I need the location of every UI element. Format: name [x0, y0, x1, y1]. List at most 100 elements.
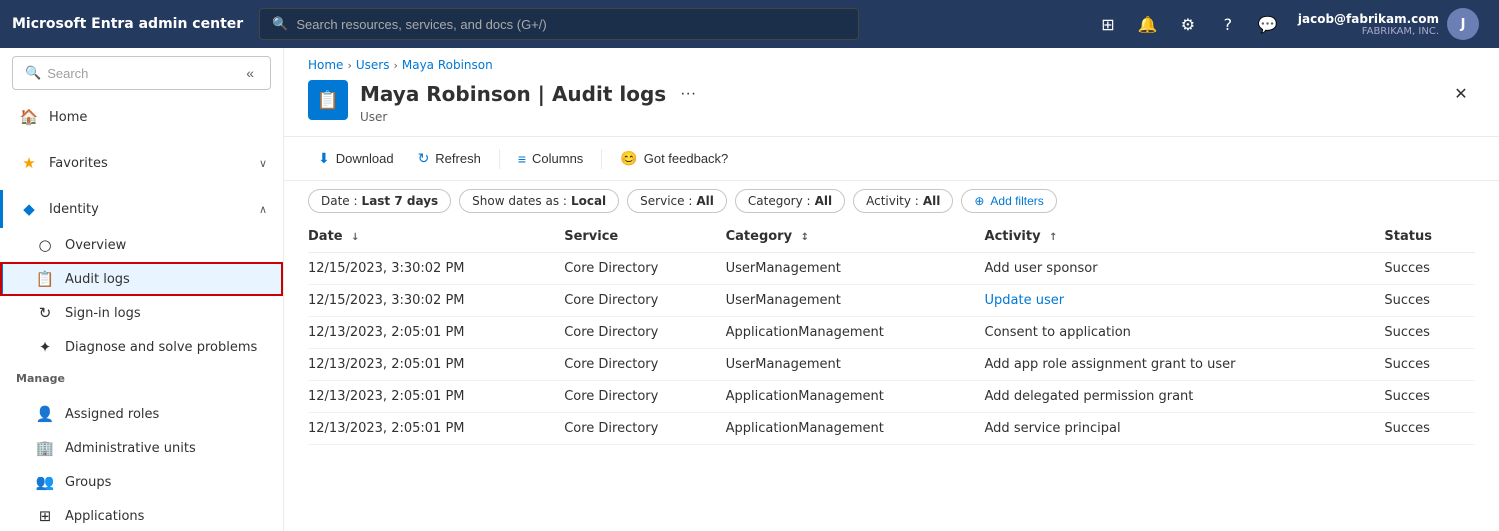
- filter-date[interactable]: Date : Last 7 days: [308, 189, 451, 213]
- sidebar-subitem-groups[interactable]: 👥 Groups: [0, 465, 283, 499]
- sidebar-item-favorites[interactable]: ★ Favorites ∨: [0, 144, 283, 182]
- groups-icon: 👥: [35, 473, 55, 491]
- breadcrumb-users[interactable]: Users: [356, 58, 390, 72]
- page-title: Maya Robinson | Audit logs ···: [360, 80, 1435, 108]
- feedback-icon[interactable]: 💬: [1250, 6, 1286, 42]
- sidebar-subitem-admin-units[interactable]: 🏢 Administrative units: [0, 431, 283, 465]
- table-row[interactable]: 12/13/2023, 2:05:01 PMCore DirectoryAppl…: [308, 317, 1475, 349]
- col-service-label: Service: [564, 229, 618, 244]
- notification-icon[interactable]: 🔔: [1130, 6, 1166, 42]
- sidebar-subitem-overview[interactable]: ○ Overview: [0, 228, 283, 262]
- add-filter-label: Add filters: [990, 194, 1043, 208]
- cell-activity[interactable]: Update user: [985, 285, 1385, 317]
- table-row[interactable]: 12/15/2023, 3:30:02 PMCore DirectoryUser…: [308, 253, 1475, 285]
- settings-icon[interactable]: ⚙: [1170, 6, 1206, 42]
- filter-service[interactable]: Service : All: [627, 189, 727, 213]
- sidebar-subitem-diagnose[interactable]: ✦ Diagnose and solve problems: [0, 330, 283, 364]
- sidebar-item-label: Home: [49, 110, 267, 125]
- cell-date: 12/13/2023, 2:05:01 PM: [308, 381, 564, 413]
- table-row[interactable]: 12/13/2023, 2:05:01 PMCore DirectoryAppl…: [308, 381, 1475, 413]
- activity-link[interactable]: Update user: [985, 293, 1065, 308]
- breadcrumb-home[interactable]: Home: [308, 58, 343, 72]
- sidebar-item-label: Overview: [65, 238, 267, 253]
- filter-category[interactable]: Category : All: [735, 189, 845, 213]
- sidebar-item-label: Sign-in logs: [65, 306, 267, 321]
- sidebar-subitem-audit-logs[interactable]: 📋 Audit logs: [0, 262, 283, 296]
- avatar[interactable]: J: [1447, 8, 1479, 40]
- sidebar-item-label: Favorites: [49, 156, 249, 171]
- cell-service: Core Directory: [564, 381, 725, 413]
- page-icon: 📋: [308, 80, 348, 120]
- col-category[interactable]: Category ↕: [726, 221, 985, 253]
- sort-icon-activity: ↑: [1049, 232, 1057, 243]
- apps-icon[interactable]: ⊞: [1090, 6, 1126, 42]
- table-row[interactable]: 12/13/2023, 2:05:01 PMCore DirectoryUser…: [308, 349, 1475, 381]
- global-search[interactable]: 🔍: [259, 8, 859, 40]
- sidebar-item-identity[interactable]: ◆ Identity ∧: [0, 190, 283, 228]
- sidebar-search-box[interactable]: 🔍 «: [12, 56, 271, 90]
- sidebar-item-label: Audit logs: [65, 272, 267, 287]
- sidebar-subitem-assigned-roles[interactable]: 👤 Assigned roles: [0, 397, 283, 431]
- columns-button[interactable]: ≡ Columns: [508, 146, 593, 172]
- table-row[interactable]: 12/13/2023, 2:05:01 PMCore DirectoryAppl…: [308, 413, 1475, 445]
- filter-show-dates-value: Local: [571, 194, 606, 208]
- cell-activity: Add service principal: [985, 413, 1385, 445]
- favorites-icon: ★: [19, 154, 39, 172]
- cell-category: UserManagement: [726, 349, 985, 381]
- toolbar: ⬇ Download ↻ Refresh ≡ Columns 😊 Got fee…: [284, 137, 1499, 181]
- refresh-label: Refresh: [435, 151, 481, 166]
- breadcrumb: Home › Users › Maya Robinson: [284, 48, 1499, 72]
- global-search-input[interactable]: [296, 17, 846, 32]
- sidebar: 🔍 « 🏠 Home ★ Favorites ∨ ◆ Identity ∧ ○ …: [0, 48, 284, 531]
- col-date[interactable]: Date ↓: [308, 221, 564, 253]
- page-more-btn[interactable]: ···: [674, 80, 702, 108]
- breadcrumb-maya[interactable]: Maya Robinson: [402, 58, 493, 72]
- toolbar-divider-2: [601, 149, 602, 169]
- col-activity[interactable]: Activity ↑: [985, 221, 1385, 253]
- filter-activity[interactable]: Activity : All: [853, 189, 953, 213]
- cell-activity: Add app role assignment grant to user: [985, 349, 1385, 381]
- assigned-roles-icon: 👤: [35, 405, 55, 423]
- col-service[interactable]: Service: [564, 221, 725, 253]
- user-menu[interactable]: jacob@fabrikam.com FABRIKAM, INC. J: [1290, 4, 1487, 44]
- sort-icon-category: ↕: [801, 232, 809, 243]
- filter-date-value: Last 7 days: [362, 194, 439, 208]
- sidebar-collapse-btn[interactable]: «: [242, 63, 258, 83]
- cell-date: 12/15/2023, 3:30:02 PM: [308, 285, 564, 317]
- table-row[interactable]: 12/15/2023, 3:30:02 PMCore DirectoryUser…: [308, 285, 1475, 317]
- download-button[interactable]: ⬇ Download: [308, 145, 404, 172]
- col-status[interactable]: Status: [1384, 221, 1475, 253]
- columns-label: Columns: [532, 151, 583, 166]
- cell-service: Core Directory: [564, 349, 725, 381]
- filter-show-dates[interactable]: Show dates as : Local: [459, 189, 619, 213]
- cell-service: Core Directory: [564, 413, 725, 445]
- chevron-up-icon: ∧: [259, 203, 267, 216]
- refresh-button[interactable]: ↻ Refresh: [408, 145, 491, 172]
- refresh-icon: ↻: [418, 150, 430, 167]
- feedback-button[interactable]: 😊 Got feedback?: [610, 145, 738, 172]
- filter-category-value: All: [815, 194, 833, 208]
- cell-category: ApplicationManagement: [726, 317, 985, 349]
- toolbar-divider-1: [499, 149, 500, 169]
- sidebar-subitem-signin-logs[interactable]: ↻ Sign-in logs: [0, 296, 283, 330]
- close-button[interactable]: ✕: [1447, 80, 1475, 108]
- sidebar-search-icon: 🔍: [25, 66, 41, 81]
- sort-icon-date: ↓: [351, 232, 359, 243]
- sidebar-subitem-applications[interactable]: ⊞ Applications: [0, 499, 283, 531]
- topnav-icon-group: ⊞ 🔔 ⚙ ? 💬 jacob@fabrikam.com FABRIKAM, I…: [1090, 4, 1487, 44]
- diagnose-icon: ✦: [35, 338, 55, 356]
- table-header: Date ↓ Service Category ↕ Activity ↑: [308, 221, 1475, 253]
- audit-log-table-container[interactable]: Date ↓ Service Category ↕ Activity ↑: [284, 221, 1499, 531]
- cell-status: Succes: [1384, 413, 1475, 445]
- apps-icon-sidebar: ⊞: [35, 507, 55, 525]
- user-email: jacob@fabrikam.com: [1298, 12, 1439, 26]
- user-org: FABRIKAM, INC.: [1298, 26, 1439, 37]
- sidebar-item-home[interactable]: 🏠 Home: [0, 98, 283, 136]
- help-icon[interactable]: ?: [1210, 6, 1246, 42]
- cell-service: Core Directory: [564, 253, 725, 285]
- col-activity-label: Activity: [985, 229, 1041, 244]
- add-filter-button[interactable]: ⊕ Add filters: [961, 189, 1056, 213]
- breadcrumb-sep-2: ›: [393, 59, 397, 72]
- sidebar-search-input[interactable]: [47, 66, 236, 81]
- user-info: jacob@fabrikam.com FABRIKAM, INC.: [1298, 12, 1439, 37]
